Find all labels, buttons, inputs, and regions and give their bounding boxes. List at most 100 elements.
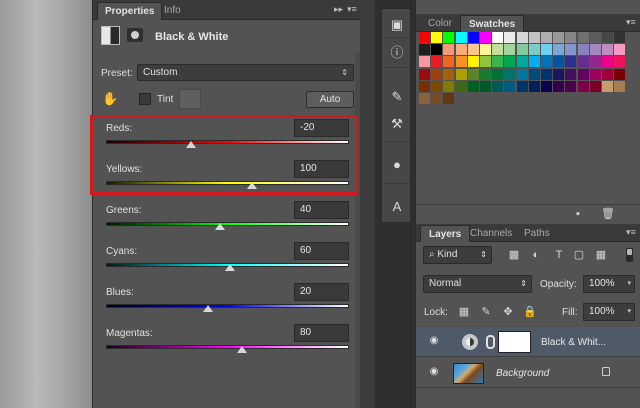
color-swatch[interactable]	[480, 32, 491, 43]
color-swatch[interactable]	[443, 80, 455, 92]
color-swatch[interactable]	[467, 80, 479, 92]
color-swatch[interactable]	[480, 44, 491, 56]
slider-thumb[interactable]	[203, 305, 214, 312]
collapse-icon[interactable]: ▸▸	[334, 4, 343, 15]
color-swatch[interactable]	[589, 44, 601, 56]
info-icon[interactable]: ⓘ	[389, 45, 405, 61]
color-swatch[interactable]	[528, 56, 540, 68]
color-swatch[interactable]	[528, 32, 540, 43]
color-swatch[interactable]	[455, 80, 467, 92]
chevron-down-icon[interactable]: ▾	[627, 304, 631, 320]
mask-icon[interactable]	[127, 28, 143, 42]
color-swatch[interactable]	[492, 80, 504, 92]
tab-properties[interactable]: Properties	[97, 2, 163, 20]
slider-value-input[interactable]: 40	[294, 201, 349, 219]
brushes-icon[interactable]: ✎	[389, 89, 405, 105]
filter-pixel-icon[interactable]: ▩	[507, 248, 521, 262]
auto-button[interactable]: Auto	[306, 91, 354, 108]
color-swatch[interactable]	[541, 44, 552, 56]
panel-menu-icon[interactable]: ▾≡	[626, 227, 636, 238]
color-swatch[interactable]	[455, 32, 467, 43]
color-swatch[interactable]	[589, 80, 601, 92]
color-swatch[interactable]	[419, 93, 430, 104]
slider-value-input[interactable]: 60	[294, 242, 349, 260]
color-swatch[interactable]	[528, 68, 540, 80]
color-swatch[interactable]	[455, 56, 467, 68]
tab-color[interactable]: Color	[420, 15, 460, 32]
chevron-down-icon[interactable]: ▾	[627, 276, 631, 292]
color-swatch[interactable]	[419, 68, 430, 80]
color-swatch[interactable]	[553, 68, 565, 80]
color-swatch[interactable]	[419, 32, 430, 43]
color-swatch[interactable]	[577, 44, 589, 56]
color-swatch[interactable]	[541, 68, 552, 80]
lock-transparent-icon[interactable]: ▦	[457, 305, 471, 319]
properties-scrollbar[interactable]	[355, 52, 360, 408]
adjustment-icon[interactable]	[101, 26, 120, 45]
panel-menu-icon[interactable]: ▾≡	[626, 17, 636, 28]
filter-adjustment-icon[interactable]: ◐	[529, 248, 543, 262]
lock-all-icon[interactable]: 🔒	[523, 305, 537, 319]
color-swatch[interactable]	[614, 56, 626, 68]
color-swatch[interactable]	[565, 80, 577, 92]
tab-channels[interactable]: Channels	[462, 225, 520, 242]
color-swatch[interactable]	[431, 80, 443, 92]
color-swatch[interactable]	[553, 56, 565, 68]
color-swatch[interactable]	[565, 68, 577, 80]
layer-row[interactable]: ◉ Black & Whit...	[416, 327, 640, 357]
color-swatch[interactable]	[516, 56, 528, 68]
slider-thumb[interactable]	[215, 223, 226, 230]
tab-swatches[interactable]: Swatches	[460, 15, 525, 32]
color-swatch[interactable]	[565, 32, 577, 43]
filter-toggle[interactable]	[626, 248, 633, 262]
slider-track[interactable]	[106, 222, 349, 226]
tool-presets-icon[interactable]: ⚒	[389, 116, 405, 132]
chain-link-icon[interactable]	[486, 335, 495, 349]
slider-thumb[interactable]	[224, 264, 235, 271]
filter-kind-select[interactable]: ⌕ Kind ⇕	[423, 246, 492, 264]
color-swatch[interactable]	[553, 32, 565, 43]
layer-comps-icon[interactable]: ▣	[389, 17, 405, 33]
slider-track[interactable]	[106, 345, 349, 349]
slider-thumb[interactable]	[237, 346, 248, 353]
layer-mask-thumbnail[interactable]	[498, 331, 531, 353]
color-swatch[interactable]	[516, 80, 528, 92]
color-swatch[interactable]	[541, 80, 552, 92]
color-swatch[interactable]	[455, 68, 467, 80]
color-swatch[interactable]	[504, 44, 516, 56]
color-swatch[interactable]	[431, 56, 443, 68]
color-swatch[interactable]	[602, 68, 613, 80]
color-swatch[interactable]	[504, 80, 516, 92]
filter-smart-object-icon[interactable]: ▦	[594, 248, 608, 262]
color-swatch[interactable]	[589, 56, 601, 68]
color-swatch[interactable]	[419, 44, 430, 56]
color-swatch[interactable]	[516, 68, 528, 80]
lock-position-icon[interactable]: ✥	[501, 305, 515, 319]
color-swatch[interactable]	[577, 68, 589, 80]
color-swatch[interactable]	[419, 80, 430, 92]
color-swatch[interactable]	[431, 93, 443, 104]
color-swatch[interactable]	[516, 44, 528, 56]
color-swatch[interactable]	[541, 32, 552, 43]
color-swatch[interactable]	[443, 68, 455, 80]
tint-checkbox[interactable]	[139, 93, 151, 105]
color-swatch[interactable]	[504, 68, 516, 80]
color-swatch[interactable]	[467, 44, 479, 56]
color-swatch[interactable]	[528, 44, 540, 56]
preset-select[interactable]: Custom ⇕	[137, 64, 354, 81]
layer-thumbnail[interactable]	[453, 363, 484, 384]
color-swatch[interactable]	[577, 32, 589, 43]
color-swatch[interactable]	[492, 44, 504, 56]
color-swatch[interactable]	[443, 56, 455, 68]
color-swatch[interactable]	[504, 56, 516, 68]
color-swatch[interactable]	[492, 56, 504, 68]
color-swatch[interactable]	[577, 56, 589, 68]
color-swatch[interactable]	[431, 44, 443, 56]
color-swatch[interactable]	[577, 80, 589, 92]
eye-icon[interactable]: ◉	[427, 367, 441, 377]
fill-field[interactable]: 100% ▾	[583, 303, 635, 321]
color-swatch[interactable]	[541, 56, 552, 68]
slider-value-input[interactable]: 20	[294, 283, 349, 301]
tab-paths[interactable]: Paths	[516, 225, 558, 242]
tint-color-swatch[interactable]	[179, 89, 201, 109]
